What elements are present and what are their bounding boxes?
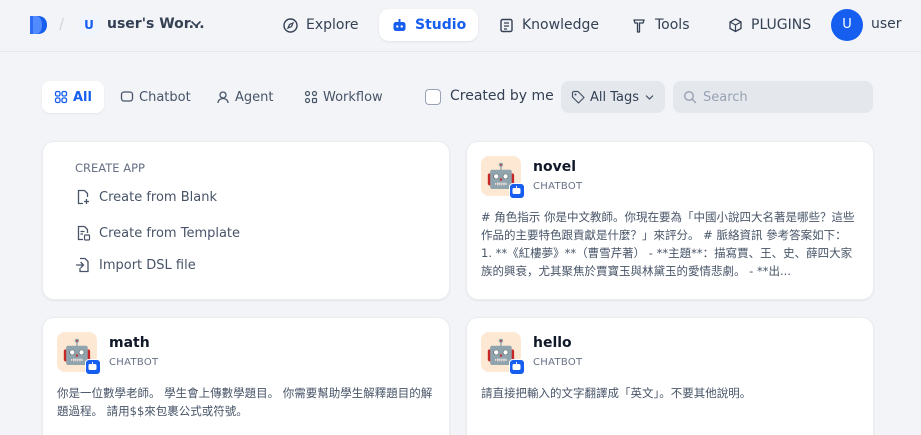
tab-chatbot[interactable]: Chatbot <box>108 81 203 113</box>
create-from-template-button[interactable]: Create from Template <box>75 225 240 241</box>
app-card-hello[interactable]: 🤖 hello CHATBOT 請直接把輸入的文字翻譯成「英文」。不要其他說明。 <box>466 317 874 435</box>
nav-tools-label: Tools <box>655 17 690 33</box>
import-dsl-button[interactable]: Import DSL file <box>75 257 196 273</box>
tab-agent[interactable]: Agent <box>204 81 285 113</box>
user-name[interactable]: user <box>871 16 902 32</box>
nav-studio[interactable]: Studio <box>379 9 479 41</box>
hammer-icon <box>633 18 645 33</box>
app-type: CHATBOT <box>533 181 583 192</box>
robot-icon <box>393 18 406 31</box>
tab-workflow[interactable]: Workflow <box>292 81 395 113</box>
nav-explore[interactable]: Explore <box>270 9 371 41</box>
workflow-icon <box>304 90 318 104</box>
create-from-template-label: Create from Template <box>99 225 241 241</box>
app-name: math <box>109 335 150 351</box>
nav-explore-label: Explore <box>306 17 359 33</box>
app-card-math[interactable]: 🤖 math CHATBOT 你是一位數學老師。 學生會上傳數學題目。 你需要幫… <box>42 317 450 435</box>
cube-icon <box>729 17 742 32</box>
app-type: CHATBOT <box>109 357 159 368</box>
chatbot-badge-icon <box>509 359 525 375</box>
app-name: hello <box>533 335 572 351</box>
search-box[interactable] <box>673 81 873 113</box>
create-from-blank-button[interactable]: Create from Blank <box>75 189 217 205</box>
user-avatar[interactable]: U <box>831 9 863 41</box>
create-app-card: CREATE APP Create from Blank Create from… <box>42 141 450 300</box>
app-card-novel[interactable]: 🤖 novel CHATBOT # 角色指示 你是中文教師。你現在要為「中國小說… <box>466 141 874 300</box>
nav-studio-label: Studio <box>415 17 467 33</box>
created-by-me-checkbox[interactable] <box>425 89 441 105</box>
chatbot-badge-icon <box>509 183 525 199</box>
nav-tools[interactable]: Tools <box>619 9 702 41</box>
chevron-down-icon[interactable] <box>189 17 203 31</box>
app-description: 請直接把輸入的文字翻譯成「英文」。不要其他說明。 <box>481 386 752 400</box>
breadcrumb-separator: / <box>59 15 65 33</box>
file-import-icon <box>75 257 89 273</box>
nav-plugins[interactable]: PLUGINS <box>715 9 823 41</box>
nav-plugins-label: PLUGINS <box>751 17 812 33</box>
created-by-me-label[interactable]: Created by me <box>450 88 554 104</box>
tab-workflow-label: Workflow <box>323 89 383 105</box>
nav-knowledge-label: Knowledge <box>522 17 599 33</box>
chatbot-badge-icon <box>85 359 101 375</box>
tab-all[interactable]: All <box>42 81 104 113</box>
app-description: 你是一位數學老師。 學生會上傳數學題目。 你需要幫助學生解釋題目的解題過程。 請… <box>57 386 433 418</box>
file-plus-icon <box>77 189 89 205</box>
workspace-avatar[interactable]: U <box>79 15 99 35</box>
search-icon <box>683 90 697 104</box>
grid-icon <box>54 90 68 104</box>
tab-agent-label: Agent <box>235 89 274 105</box>
tag-icon <box>571 90 585 104</box>
file-template-icon <box>77 225 91 241</box>
agent-icon <box>217 91 229 104</box>
book-icon <box>500 18 513 32</box>
top-navigation-bar: / U user's Wor... Explore Studio Knowled… <box>0 0 921 52</box>
chat-bubble-icon <box>120 91 134 102</box>
app-name: novel <box>533 159 577 175</box>
compass-icon <box>283 17 298 33</box>
import-dsl-label: Import DSL file <box>99 257 196 273</box>
app-description: # 角色指示 你是中文教師。你現在要為「中國小說四大名著是哪些？這些作品的主要特… <box>481 210 855 278</box>
app-logo[interactable] <box>27 14 49 36</box>
all-tags-dropdown[interactable]: All Tags <box>561 81 665 113</box>
app-type: CHATBOT <box>533 357 583 368</box>
all-tags-label: All Tags <box>590 89 640 105</box>
nav-knowledge[interactable]: Knowledge <box>486 9 611 41</box>
chevron-down-icon <box>645 94 654 100</box>
create-from-blank-label: Create from Blank <box>99 189 217 205</box>
tab-all-label: All <box>73 89 92 105</box>
tab-chatbot-label: Chatbot <box>139 89 191 105</box>
search-input[interactable] <box>703 89 863 105</box>
create-app-title: CREATE APP <box>75 161 145 175</box>
